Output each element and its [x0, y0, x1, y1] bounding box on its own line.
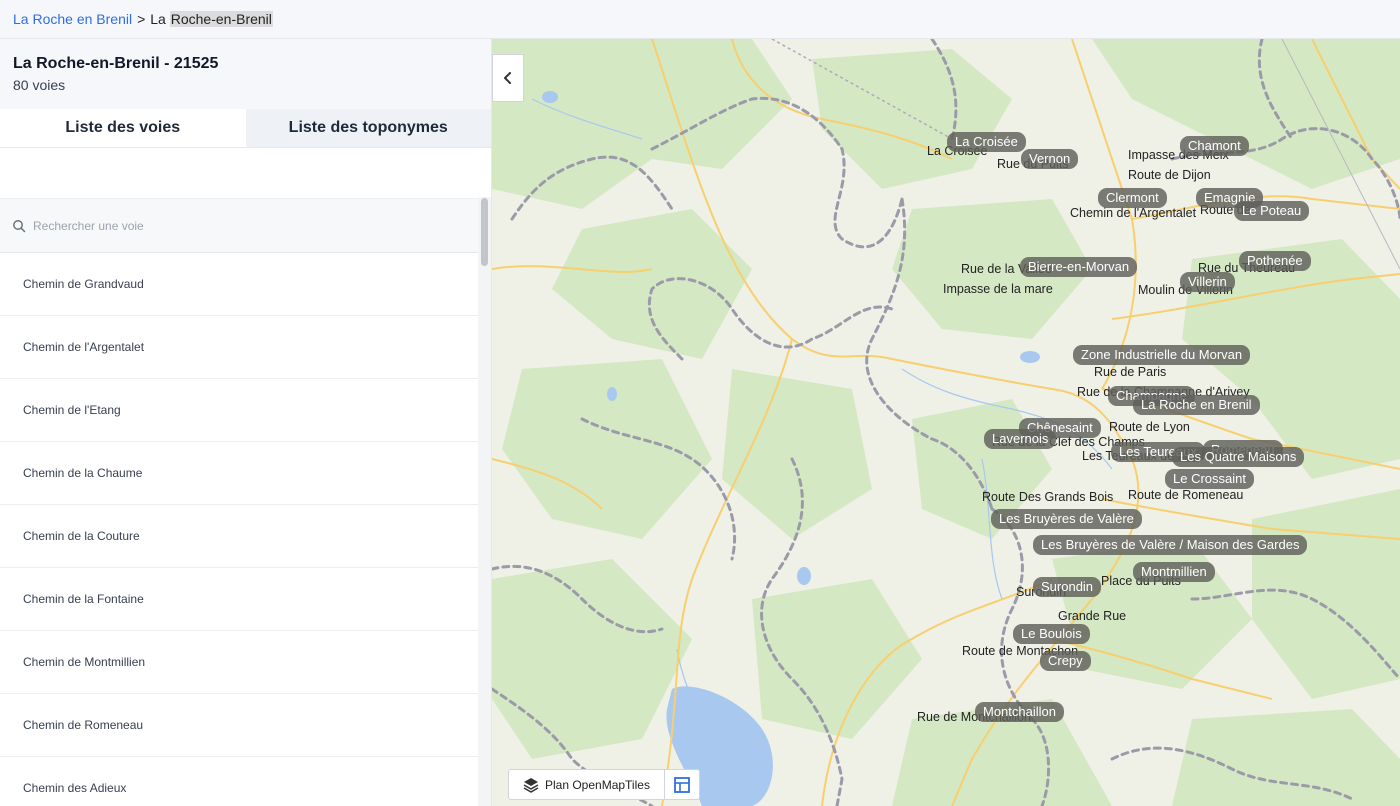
- toponym-label[interactable]: Montchaillon: [975, 702, 1064, 722]
- search-bar: [0, 199, 478, 253]
- map-layout-toggle[interactable]: [663, 770, 699, 799]
- toponym-label[interactable]: Pothenée: [1239, 251, 1311, 271]
- street-label: Chemin de l'Argentalet: [1070, 206, 1197, 220]
- voie-list: Chemin de Grandvaud Chemin de l'Argental…: [0, 253, 478, 806]
- commune-title: La Roche-en-Brenil - 21525: [13, 55, 219, 72]
- street-label: Route Des Grands Bois: [982, 490, 1114, 504]
- toponym-label[interactable]: Surondin: [1033, 577, 1102, 597]
- toponym-label[interactable]: Crepy: [1040, 651, 1091, 671]
- sidebar: La Roche-en-Brenil - 21525 80 voies List…: [0, 39, 492, 806]
- toponym-label[interactable]: Montmillien: [1133, 562, 1215, 582]
- toponym-label[interactable]: Le Crossaint: [1165, 469, 1254, 489]
- layout-panel-icon: [674, 776, 690, 793]
- breadcrumb-link-commune[interactable]: La Roche en Brenil: [13, 11, 132, 27]
- list-item[interactable]: Chemin de Romeneau: [0, 694, 478, 757]
- toponym-label[interactable]: Lavernois: [984, 429, 1057, 449]
- list-item[interactable]: Chemin de la Fontaine: [0, 568, 478, 631]
- toponym-label[interactable]: Le Poteau: [1234, 201, 1310, 221]
- list-item[interactable]: Chemin de la Chaume: [0, 442, 478, 505]
- layers-icon: [523, 777, 539, 793]
- toponym-label[interactable]: Les Quatre Maisons: [1172, 447, 1305, 467]
- breadcrumb-current-prefix: La: [150, 11, 170, 27]
- map-style-button[interactable]: Plan OpenMapTiles: [509, 770, 664, 799]
- breadcrumb: La Roche en Brenil > La Roche-en-Brenil: [0, 0, 1400, 39]
- toponym-label[interactable]: Le Boulois: [1013, 624, 1090, 644]
- search-icon: [13, 219, 26, 232]
- list-item[interactable]: Chemin de Montmillien: [0, 631, 478, 694]
- tab-toolbar-area: [0, 148, 491, 199]
- toponym-label[interactable]: La Croisée: [947, 132, 1026, 152]
- scrollbar-thumb[interactable]: [481, 198, 488, 266]
- street-label: Route de Romeneau: [1128, 488, 1244, 502]
- street-label: Grande Rue: [1058, 609, 1127, 623]
- tabs: Liste des voies Liste des toponymes: [0, 109, 491, 148]
- list-item[interactable]: Chemin de Grandvaud: [0, 253, 478, 316]
- toponym-label[interactable]: Clermont: [1098, 188, 1167, 208]
- map-style-selector: Plan OpenMapTiles: [508, 769, 700, 800]
- chevron-left-icon: [504, 72, 511, 84]
- map[interactable]: La Croisée Rue du Puits Impasse des Meix…: [492, 39, 1400, 806]
- breadcrumb-current: La Roche-en-Brenil: [150, 11, 273, 27]
- street-label: Route de Dijon: [1128, 168, 1211, 182]
- street-label: Route de Lyon: [1109, 420, 1190, 434]
- toponym-label[interactable]: Zone Industrielle du Morvan: [1073, 345, 1251, 365]
- toponym-label[interactable]: Les Bruyères de Valère / Maison des Gard…: [1033, 535, 1308, 555]
- breadcrumb-current-highlight: Roche-en-Brenil: [169, 11, 273, 27]
- toponym-label[interactable]: Les Bruyères de Valère: [991, 509, 1142, 529]
- map-style-label: Plan OpenMapTiles: [545, 777, 650, 792]
- list-item[interactable]: Chemin de l'Etang: [0, 379, 478, 442]
- tab-liste-toponymes[interactable]: Liste des toponymes: [245, 109, 491, 147]
- commune-voies-count: 80 voies: [13, 77, 66, 93]
- breadcrumb-separator: >: [137, 11, 146, 27]
- toponym-label[interactable]: Vernon: [1021, 149, 1079, 169]
- list-item[interactable]: Chemin des Adieux: [0, 757, 478, 806]
- voie-list-scrollbar[interactable]: [478, 197, 491, 806]
- street-label: Rue de Paris: [1094, 365, 1167, 379]
- toponym-label[interactable]: Villerin: [1180, 272, 1235, 292]
- toponym-label[interactable]: La Roche en Brenil: [1133, 395, 1260, 415]
- list-item[interactable]: Chemin de l'Argentalet: [0, 316, 478, 379]
- toponym-label[interactable]: Bierre-en-Morvan: [1020, 257, 1138, 277]
- collapse-sidebar-button[interactable]: [492, 54, 524, 102]
- commune-header: La Roche-en-Brenil - 21525 80 voies: [0, 39, 491, 109]
- list-item[interactable]: Chemin de la Couture: [0, 505, 478, 568]
- tab-liste-voies[interactable]: Liste des voies: [0, 109, 246, 147]
- search-input[interactable]: [33, 218, 433, 233]
- street-label: Impasse de la mare: [943, 282, 1053, 296]
- toponym-label[interactable]: Chamont: [1180, 136, 1249, 156]
